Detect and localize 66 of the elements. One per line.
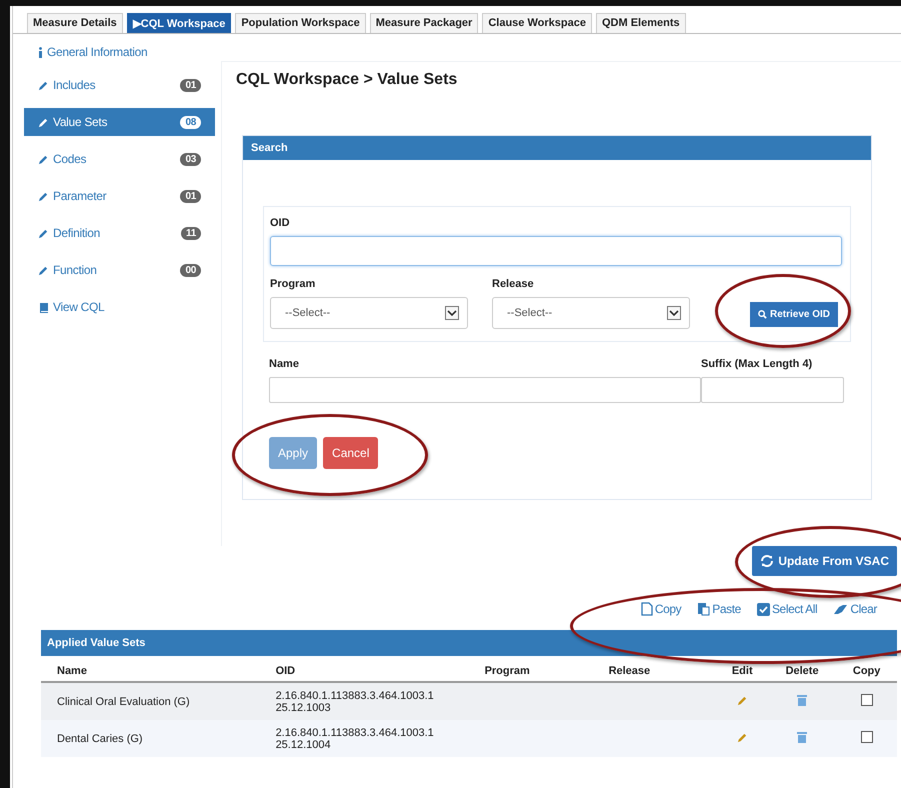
table-cell: 2.16.840.1.113883.3.464.1003.1 25.12.1004 [260, 720, 469, 757]
tab[interactable]: Clause Workspace [482, 13, 592, 33]
oid-input-field[interactable] [270, 236, 842, 266]
dropdown-icon [667, 306, 681, 320]
suffix-input-field[interactable] [701, 377, 844, 403]
sidebar-item[interactable]: Codes 03 [24, 145, 215, 173]
tab[interactable]: Measure Details [27, 13, 123, 33]
field-label: Release [492, 278, 535, 290]
tab[interactable]: ▶CQL Workspace [126, 13, 232, 33]
table-cell: Dental Caries (G) [41, 720, 260, 757]
retrieve-oid-button[interactable]: Retrieve OID [750, 302, 838, 327]
pencil-icon [38, 190, 49, 202]
book-icon [38, 302, 49, 312]
page-heading: CQL Workspace > Value Sets [236, 71, 458, 89]
checkbox[interactable] [860, 694, 873, 706]
field-label: OID [270, 217, 291, 229]
dropdown-icon [445, 306, 459, 320]
toolbar-link[interactable]: Clear [833, 602, 877, 616]
pencil-icon [38, 264, 49, 276]
checkbox-checked-icon [756, 602, 770, 616]
table-cell: Clinical Oral Evaluation (G) [41, 682, 260, 720]
table-cell: 2.16.840.1.113883.3.464.1003.1 25.12.1003 [260, 682, 469, 720]
toolbar-link[interactable]: Copy [640, 602, 682, 616]
sidebar-item[interactable]: General Information [24, 42, 215, 62]
count-badge: 01 [180, 190, 201, 202]
sidebar-item[interactable]: Value Sets 08 [24, 108, 215, 136]
info-icon [38, 46, 43, 58]
trash-icon [797, 694, 808, 706]
toolbar-link[interactable]: Paste [697, 602, 741, 616]
field-label: Suffix (Max Length 4) [701, 358, 814, 370]
count-badge: 03 [180, 152, 201, 166]
sidebar-item[interactable]: Definition 11 [24, 219, 215, 247]
sidebar-item[interactable]: View CQL [24, 293, 215, 321]
count-badge: 11 [181, 226, 201, 240]
sidebar-item[interactable]: Includes 01 [24, 71, 215, 99]
pencil-icon [38, 228, 49, 238]
sidebar-item[interactable]: Function 00 [24, 256, 215, 284]
count-badge: 08 [180, 116, 201, 128]
table-header: Applied Value Sets [41, 630, 897, 656]
cancel-button[interactable]: Cancel [323, 437, 378, 469]
pencil-icon [38, 154, 49, 164]
program-dropdown[interactable]: --Select-- [270, 297, 468, 329]
checkbox[interactable] [860, 731, 873, 743]
refresh-icon [760, 554, 774, 568]
pencil-icon [38, 80, 49, 90]
tab[interactable]: QDM Elements [596, 13, 686, 33]
tab[interactable]: Population Workspace [235, 13, 366, 33]
sidebar-item[interactable]: Parameter 01 [24, 182, 215, 210]
toolbar-link[interactable]: Select All [756, 602, 818, 616]
count-badge: 00 [180, 264, 201, 276]
clipboard-icon [697, 602, 710, 616]
edit-icon [736, 732, 748, 742]
field-label: Program [270, 278, 316, 290]
document-icon [640, 602, 653, 616]
field-label: Name [269, 358, 300, 370]
eraser-icon [833, 604, 848, 614]
name-input-field[interactable] [269, 377, 701, 403]
edit-icon [736, 694, 748, 706]
trash-icon [797, 731, 808, 743]
pencil-icon [38, 116, 49, 128]
panel-header: Search [243, 136, 871, 160]
release-dropdown[interactable]: --Select-- [492, 297, 690, 329]
update-from-vsac-button[interactable]: Update From VSAC [752, 546, 897, 576]
count-badge: 01 [180, 78, 201, 92]
search-icon [758, 310, 767, 319]
tab[interactable]: Measure Packager [370, 13, 478, 33]
